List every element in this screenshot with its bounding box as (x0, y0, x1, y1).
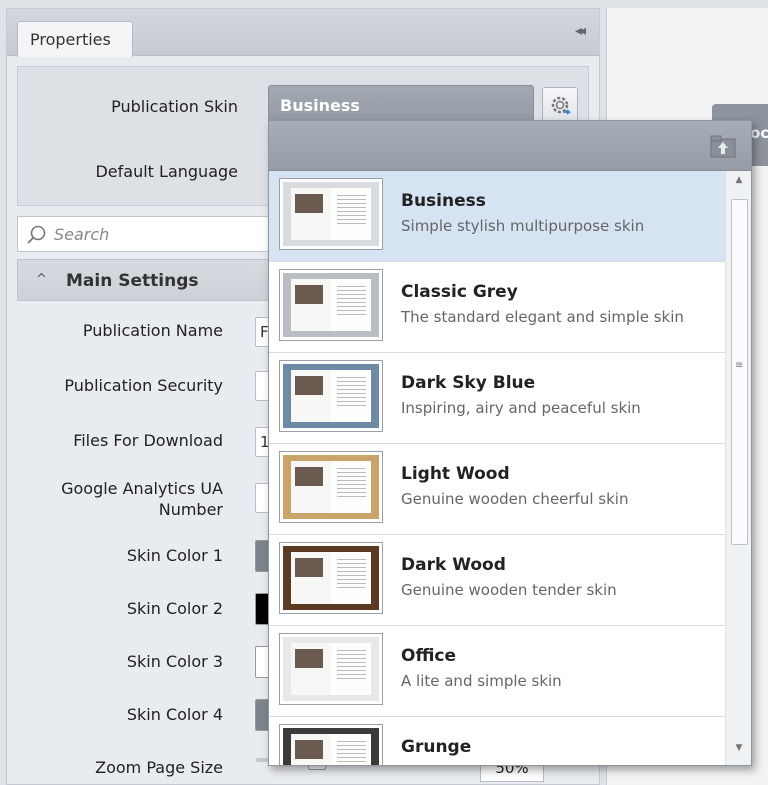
open-folder-button[interactable] (709, 133, 737, 159)
skin-thumbnail (279, 178, 383, 250)
collapse-panel-icon[interactable]: ◂◂ (575, 23, 586, 39)
thumbnail-photo-block (294, 284, 324, 304)
google-analytics-label-line2: Number (158, 500, 223, 519)
skin-color-1-label: Skin Color 1 (126, 546, 223, 565)
skin-option-dark-wood[interactable]: Dark Wood Genuine wooden tender skin (269, 535, 725, 626)
thumbnail-photo-block (294, 739, 324, 759)
skin-name: Office (401, 646, 457, 666)
publication-security-label: Publication Security (64, 376, 223, 395)
thumbnail-text-block (336, 467, 366, 500)
skin-thumbnail (279, 633, 383, 705)
scroll-down-arrow-icon[interactable]: ▼ (726, 743, 751, 759)
skin-settings-button[interactable] (542, 87, 578, 123)
thumbnail-photo-block (294, 375, 324, 395)
thumbnail-photo-block (294, 557, 324, 577)
skin-thumbnail-art (283, 637, 379, 701)
search-placeholder: Search (54, 225, 110, 244)
thumbnail-photo-block (294, 648, 324, 668)
thumbnail-text-block (336, 285, 366, 318)
skin-description: Inspiring, airy and peaceful skin (401, 399, 641, 417)
skin-description: Simple stylish multipurpose skin (401, 217, 645, 235)
gear-icon (551, 96, 572, 115)
skin-description: The standard elegant and simple skin (401, 308, 684, 326)
thumbnail-text-block (336, 649, 366, 682)
dropdown-header (269, 121, 751, 171)
skin-thumbnail (279, 724, 383, 765)
skin-name: Business (401, 191, 486, 211)
thumbnail-text-block (336, 740, 366, 765)
folder-upload-icon (710, 135, 736, 158)
publication-name-label: Publication Name (82, 321, 223, 340)
skin-option-grunge[interactable]: Grunge (269, 717, 725, 765)
files-for-download-label: Files For Download (73, 431, 223, 450)
skin-name: Light Wood (401, 464, 510, 484)
tab-properties[interactable]: Properties (17, 21, 133, 57)
scroll-grip-icon: ≡ (735, 360, 744, 371)
default-language-label: Default Language (95, 162, 238, 181)
skin-color-2-label: Skin Color 2 (126, 599, 223, 618)
thumbnail-text-block (336, 558, 366, 591)
skin-thumbnail (279, 360, 383, 432)
skin-thumbnail (279, 542, 383, 614)
thumbnail-text-block (336, 194, 366, 227)
skin-thumbnail (279, 451, 383, 523)
skin-color-4-label: Skin Color 4 (126, 705, 223, 724)
chevron-up-icon[interactable]: ^ (36, 272, 47, 287)
publication-skin-label: Publication Skin (111, 97, 238, 116)
thumbnail-photo-block (294, 466, 324, 486)
search-input[interactable]: Search (17, 216, 277, 252)
skin-description: Genuine wooden cheerful skin (401, 490, 629, 508)
skin-option-dark-sky-blue[interactable]: Dark Sky Blue Inspiring, airy and peacefu… (269, 353, 725, 444)
thumbnail-photo-block (294, 193, 324, 213)
scroll-thumb[interactable]: ≡ (731, 199, 748, 545)
publication-skin-select[interactable]: Business (268, 85, 534, 123)
skin-option-light-wood[interactable]: Light Wood Genuine wooden cheerful skin (269, 444, 725, 535)
skin-name: Classic Grey (401, 282, 518, 302)
zoom-page-size-label: Zoom Page Size (95, 758, 223, 777)
skin-name: Dark Wood (401, 555, 506, 575)
skin-option-business[interactable]: Business Simple stylish multipurpose skin (269, 171, 725, 262)
skin-description: A lite and simple skin (401, 672, 562, 690)
skin-thumbnail-art (283, 364, 379, 428)
skin-thumbnail-art (283, 546, 379, 610)
skin-thumbnail-art (283, 455, 379, 519)
google-analytics-label: Google Analytics UA Number (61, 478, 223, 520)
skin-option-classic-grey[interactable]: Classic Grey The standard elegant and sim… (269, 262, 725, 353)
skin-thumbnail (279, 269, 383, 341)
thumbnail-text-block (336, 376, 366, 409)
section-title: Main Settings (66, 271, 199, 291)
skin-description: Genuine wooden tender skin (401, 581, 617, 599)
skin-name: Grunge (401, 737, 472, 757)
search-icon (27, 225, 46, 244)
panel-header: Properties ◂◂ (7, 9, 599, 57)
skin-list: Business Simple stylish multipurpose skin… (269, 171, 725, 765)
skin-color-3-label: Skin Color 3 (126, 652, 223, 671)
skin-thumbnail-art (283, 182, 379, 246)
google-analytics-label-line1: Google Analytics UA (61, 479, 223, 498)
skin-thumbnail-art (283, 273, 379, 337)
skin-name: Dark Sky Blue (401, 373, 536, 393)
skin-thumbnail-art (283, 728, 379, 765)
dropdown-scrollbar[interactable]: ▲ ≡ ▼ (725, 171, 751, 765)
skin-dropdown: Business Simple stylish multipurpose skin… (268, 120, 752, 766)
scroll-up-arrow-icon[interactable]: ▲ (726, 175, 751, 191)
skin-option-office[interactable]: Office A lite and simple skin (269, 626, 725, 717)
